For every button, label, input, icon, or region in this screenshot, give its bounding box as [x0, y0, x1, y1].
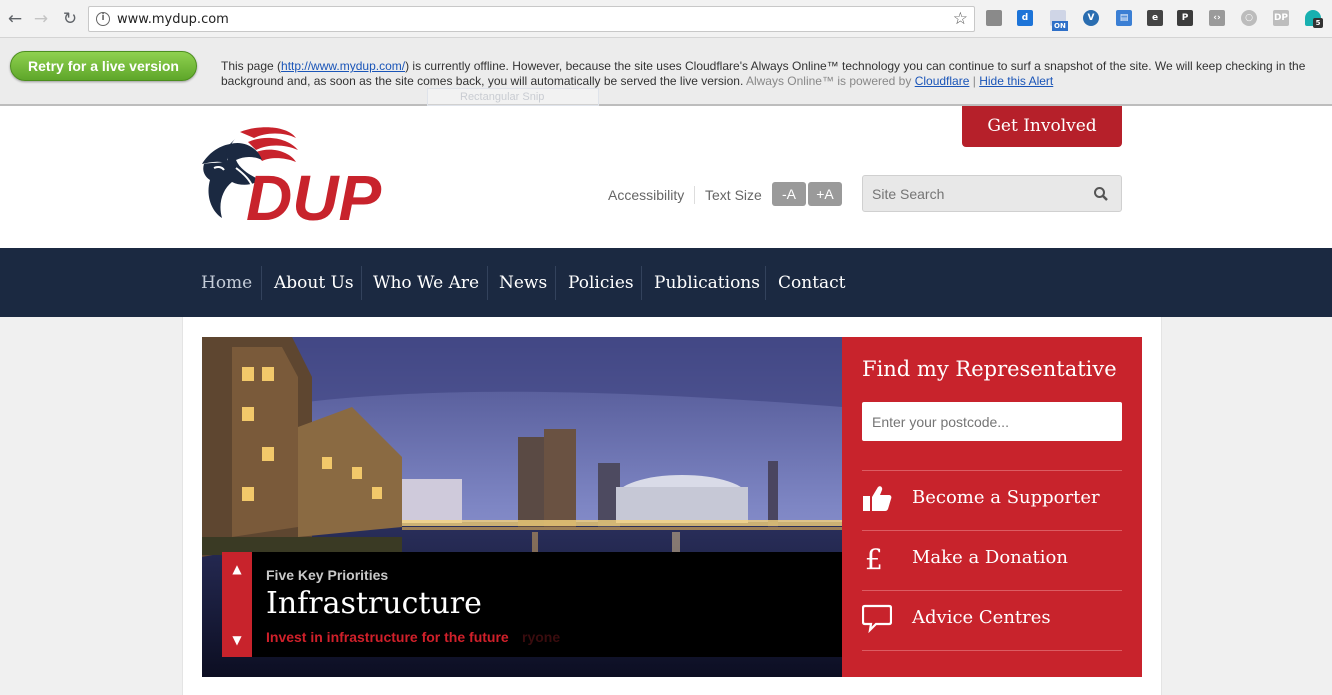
- logo-text: DUP: [246, 162, 381, 229]
- reload-icon[interactable]: ↻: [60, 9, 80, 29]
- divider: [694, 186, 695, 204]
- notification-count: 5: [1313, 18, 1323, 28]
- slide-subtitle: Invest in infrastructure for the future: [266, 629, 509, 645]
- make-donation-label: Make a Donation: [912, 547, 1068, 568]
- forward-arrow-icon[interactable]: →: [31, 9, 51, 29]
- nav-divider: [261, 266, 262, 300]
- speech-bubble-icon: [862, 604, 892, 633]
- chevron-down-icon[interactable]: ▼: [222, 625, 252, 655]
- panel-title: Find my Representative: [862, 357, 1117, 381]
- nav-about-us[interactable]: About Us: [274, 266, 354, 300]
- increase-text-button[interactable]: +A: [808, 182, 842, 206]
- offline-message: This page (http://www.mydup.com/) is cur…: [221, 59, 1325, 89]
- nav-home[interactable]: Home: [201, 266, 252, 300]
- hide-alert-link[interactable]: Hide this Alert: [979, 74, 1053, 88]
- on-badge: ON: [1052, 21, 1068, 31]
- find-representative-panel: Find my Representative Become a Supporte…: [842, 337, 1142, 677]
- nav-divider: [555, 266, 556, 300]
- search-icon[interactable]: [1093, 186, 1109, 202]
- chevron-up-icon[interactable]: ▲: [222, 554, 252, 584]
- snip-tooltip: Rectangular Snip: [427, 88, 599, 106]
- nav-divider: [487, 266, 488, 300]
- nav-divider: [641, 266, 642, 300]
- evernote-icon[interactable]: e: [1147, 10, 1163, 26]
- slide-kicker: Five Key Priorities: [266, 567, 389, 583]
- thumbs-up-icon: [863, 486, 892, 511]
- ghost-icon[interactable]: 5: [1305, 10, 1323, 28]
- nav-divider: [765, 266, 766, 300]
- svg-text:£: £: [865, 543, 883, 573]
- reader-icon[interactable]: ▤: [1116, 10, 1132, 26]
- slide-title[interactable]: Infrastructure: [266, 586, 482, 621]
- cloudflare-alert-bar: Retry for a live version This page (http…: [0, 38, 1332, 106]
- advice-centres-label: Advice Centres: [912, 607, 1051, 628]
- p-icon[interactable]: P: [1177, 10, 1193, 26]
- nav-publications[interactable]: Publications: [654, 266, 760, 300]
- make-donation-link[interactable]: £ Make a Donation: [862, 530, 1122, 590]
- retry-live-button[interactable]: Retry for a live version: [10, 51, 197, 81]
- text-size-label: Text Size: [705, 187, 762, 203]
- code-icon[interactable]: ‹›: [1209, 10, 1225, 26]
- circle-icon[interactable]: ○: [1241, 10, 1257, 26]
- nav-news[interactable]: News: [499, 266, 547, 300]
- decrease-text-button[interactable]: -A: [772, 182, 806, 206]
- nav-divider: [361, 266, 362, 300]
- nav-who-we-are[interactable]: Who We Are: [373, 266, 479, 300]
- d-icon[interactable]: d: [1017, 10, 1033, 26]
- v-icon[interactable]: V: [1083, 10, 1099, 26]
- slide-controls: ▲ ▼: [222, 552, 252, 657]
- become-supporter-label: Become a Supporter: [912, 487, 1100, 508]
- info-icon[interactable]: i: [96, 12, 110, 26]
- accessibility-link[interactable]: Accessibility: [608, 187, 684, 203]
- address-bar[interactable]: i www.mydup.com ☆: [88, 6, 975, 32]
- main-navigation: Home About Us Who We Are News Policies P…: [0, 248, 1332, 317]
- dup-logo[interactable]: DUP: [200, 124, 430, 234]
- powered-text: Always Online™ is powered by: [745, 74, 912, 88]
- on-badge-icon[interactable]: ON: [1050, 10, 1068, 31]
- bookmark-star-icon[interactable]: ☆: [953, 9, 968, 29]
- pound-icon: £: [865, 543, 883, 573]
- advice-centres-link[interactable]: Advice Centres: [862, 590, 1122, 650]
- divider: |: [972, 74, 976, 88]
- search-input[interactable]: [872, 185, 1087, 203]
- doc-icon[interactable]: [986, 10, 1002, 26]
- url-text[interactable]: www.mydup.com: [117, 12, 229, 27]
- msg-prefix: This page (: [221, 59, 282, 73]
- slide-caption: ▲ ▼ Five Key Priorities Infrastructure r…: [222, 552, 842, 657]
- get-involved-button[interactable]: Get Involved: [962, 106, 1122, 147]
- lion-logo-icon: DUP: [202, 127, 381, 234]
- back-arrow-icon[interactable]: ←: [5, 9, 25, 29]
- cloudflare-link[interactable]: Cloudflare: [915, 74, 970, 88]
- browser-toolbar: ← → ↻ i www.mydup.com ☆ d ON V ▤ e P ‹› …: [0, 0, 1332, 38]
- site-search: [862, 175, 1122, 212]
- postcode-input[interactable]: [862, 402, 1122, 441]
- nav-policies[interactable]: Policies: [568, 266, 634, 300]
- site-link[interactable]: http://www.mydup.com/: [281, 59, 405, 73]
- divider: [862, 650, 1122, 651]
- slide-ghost-text: ryone: [522, 629, 561, 645]
- site-header: DUP Get Involved Accessibility Text Size…: [0, 106, 1332, 248]
- nav-contact[interactable]: Contact: [778, 266, 846, 300]
- dp-icon[interactable]: DP: [1273, 10, 1289, 26]
- become-supporter-link[interactable]: Become a Supporter: [862, 470, 1122, 530]
